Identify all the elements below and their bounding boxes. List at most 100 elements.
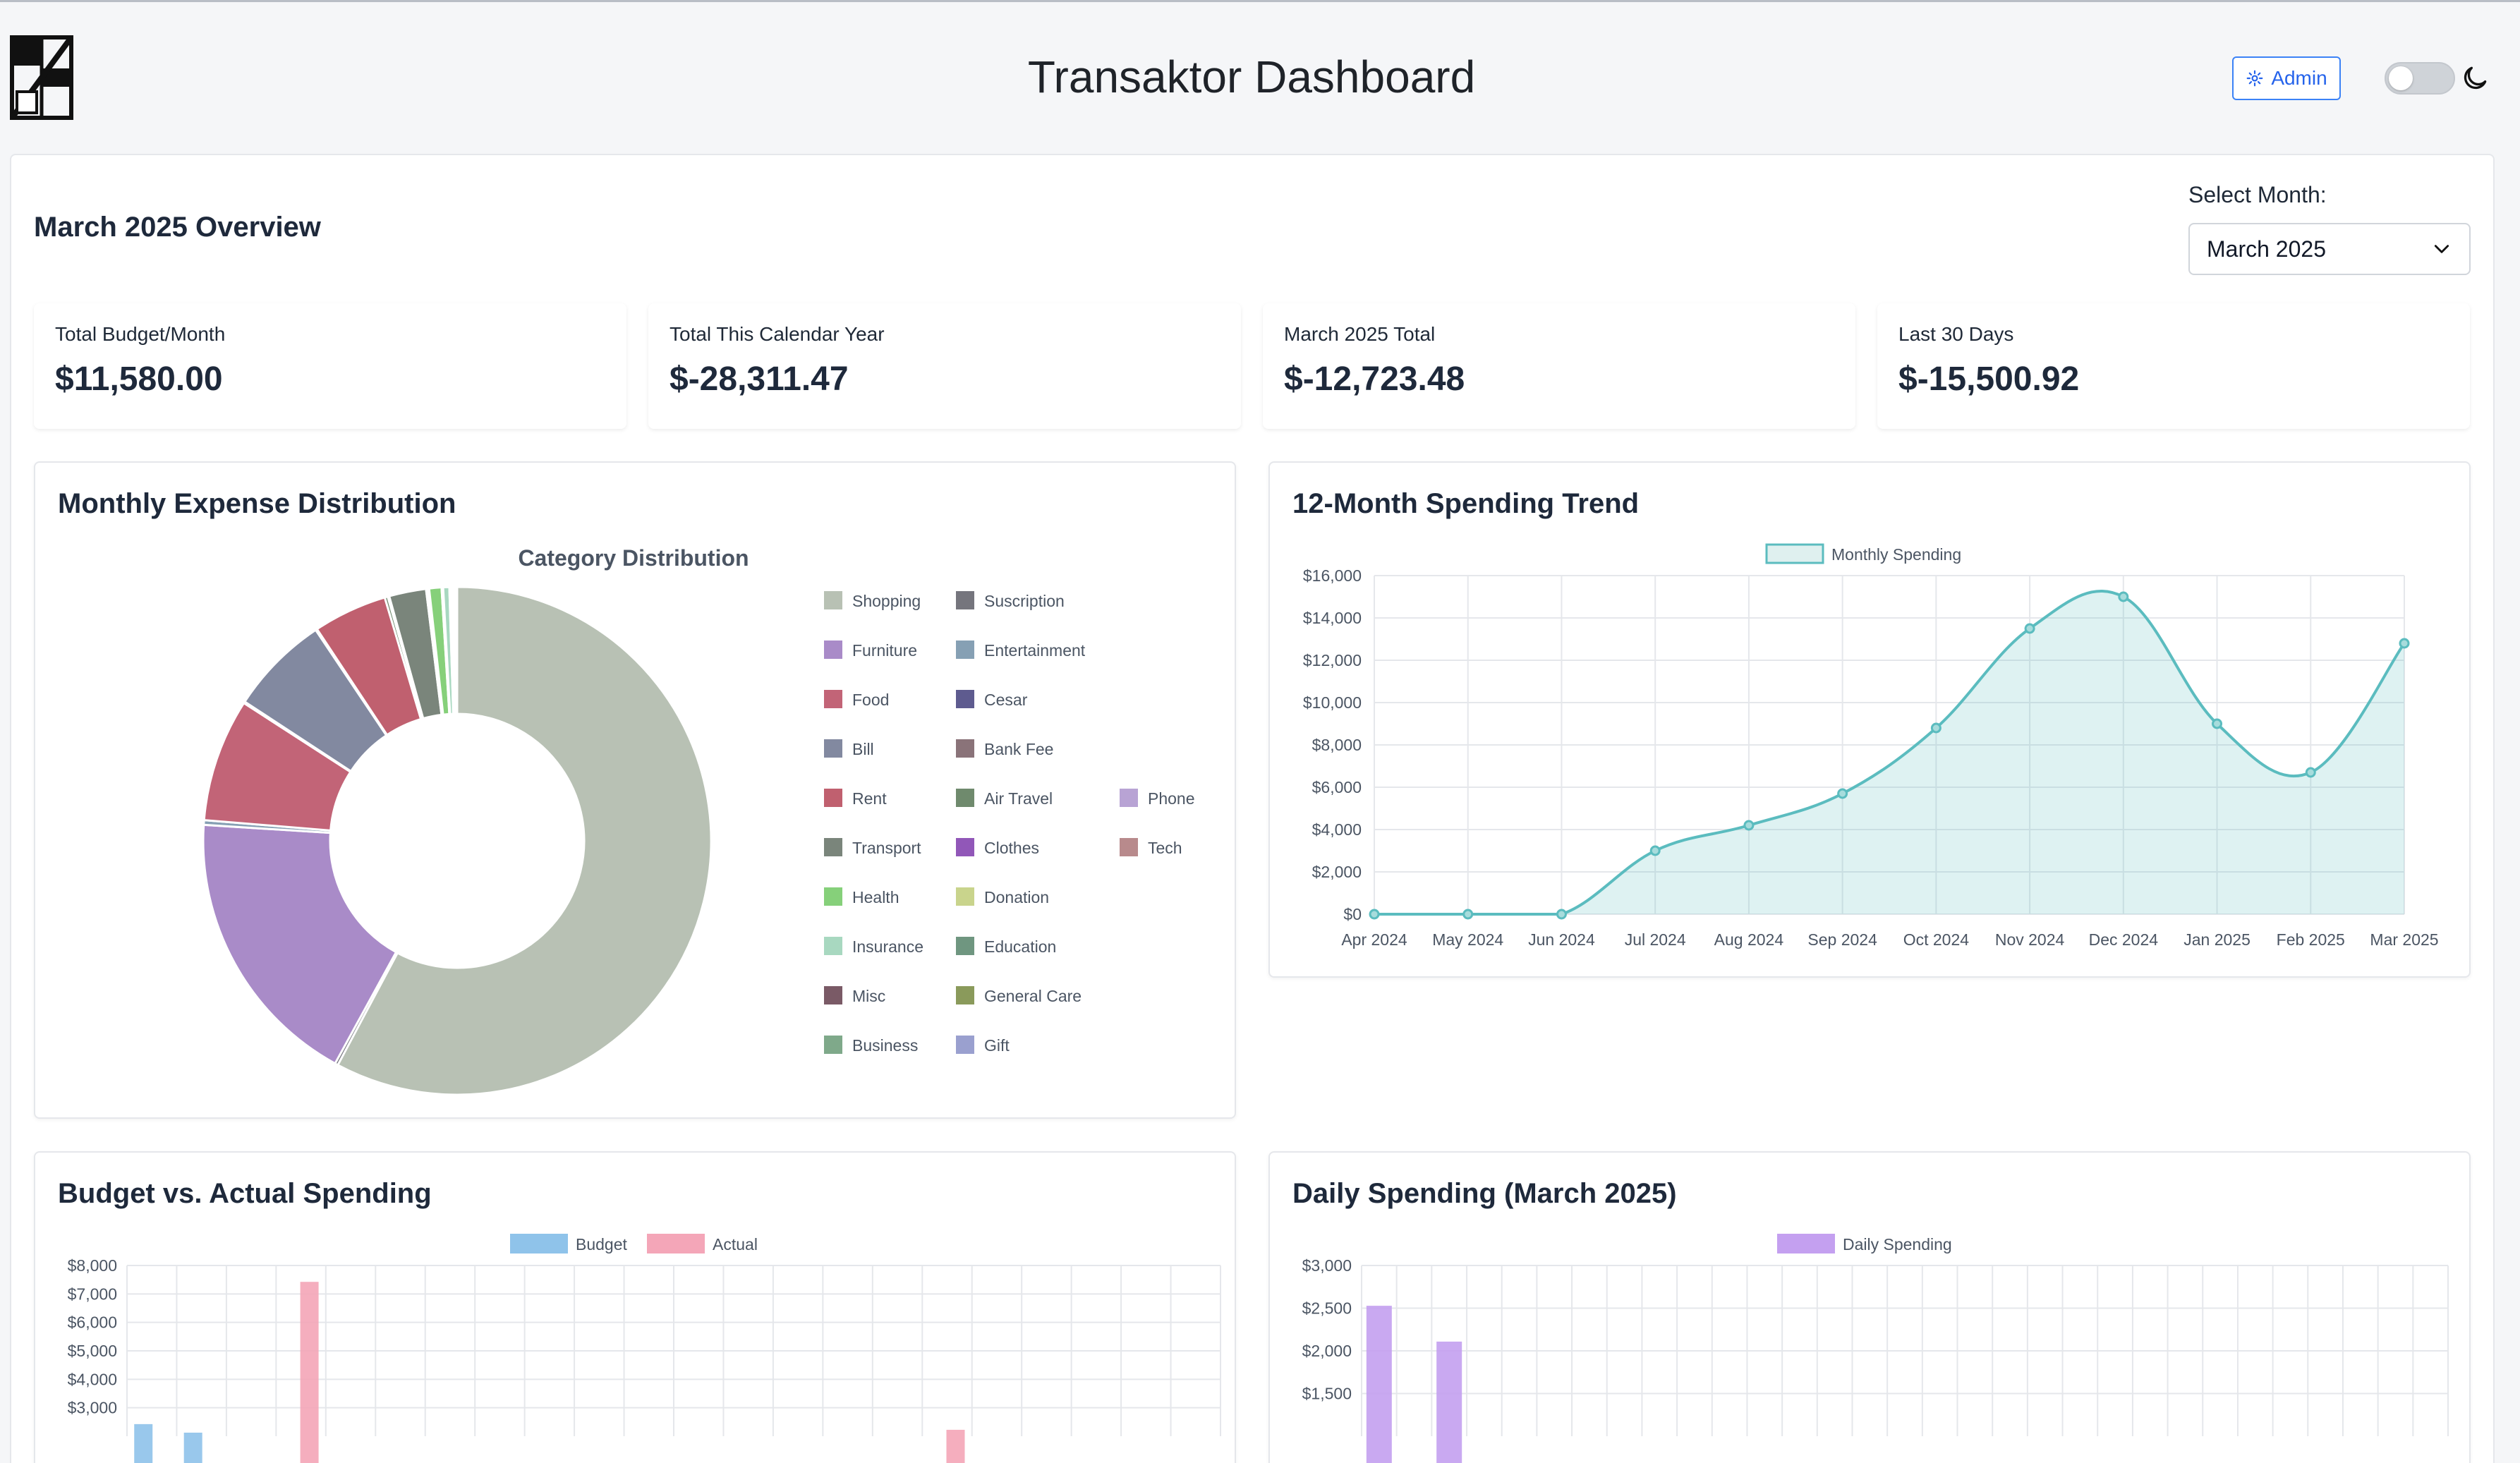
y-tick-label: $7,000	[68, 1285, 117, 1303]
x-tick-label: May 2024	[1432, 930, 1503, 949]
data-point[interactable]	[2305, 767, 2316, 778]
daily-spending-chart: Daily Spending $1,500 $2,000 $2,500 $3,000	[1302, 1234, 2449, 1463]
legend-item-monthly-spending[interactable]: Monthly Spending	[1765, 543, 1961, 564]
stat-value: $-28,311.47	[670, 360, 849, 398]
legend-item-misc[interactable]: Misc	[824, 986, 885, 1005]
daily-spending-card: Daily Spending (March 2025) Daily Spendi…	[1268, 1151, 2471, 1463]
y-tick-label: $2,000	[1302, 1342, 1352, 1360]
legend-swatch	[510, 1234, 568, 1253]
y-tick-label: $6,000	[68, 1313, 117, 1332]
legend-item-suscription[interactable]: Suscription	[956, 591, 1065, 610]
data-point[interactable]	[1649, 845, 1661, 856]
legend-label: Shopping	[852, 592, 921, 610]
legend-label: Rent	[852, 789, 887, 808]
stat-card-30-days: Last 30 Days $-15,500.92	[1877, 303, 2470, 429]
legend-item-bill[interactable]: Bill	[824, 739, 874, 758]
legend-swatch	[1765, 543, 1824, 564]
legend-item-phone[interactable]: Phone	[1120, 789, 1195, 808]
legend-swatch	[824, 690, 842, 708]
legend-swatch	[824, 887, 842, 906]
legend-label: Bank Fee	[984, 740, 1053, 758]
y-tick-label: $2,000	[1312, 863, 1362, 881]
legend-item-entertainment[interactable]: Entertainment	[956, 641, 1086, 660]
x-tick-label: Jan 2025	[2183, 930, 2251, 949]
legend-item-business[interactable]: Business	[824, 1036, 918, 1055]
y-tick-label: $6,000	[1312, 778, 1362, 796]
legend-swatch	[956, 739, 974, 758]
legend-swatch	[1120, 789, 1138, 807]
data-point[interactable]	[1462, 909, 1474, 920]
gear-icon	[2246, 70, 2263, 87]
data-point[interactable]	[2212, 718, 2223, 729]
stat-label: March 2025 Total	[1284, 323, 1436, 345]
y-tick-label: $8,000	[1312, 736, 1362, 754]
legend-item-donation[interactable]: Donation	[956, 887, 1049, 906]
x-tick-label: Jul 2024	[1625, 930, 1686, 949]
legend-item-bank-fee[interactable]: Bank Fee	[956, 739, 1053, 758]
legend-item-rent[interactable]: Rent	[824, 789, 887, 808]
x-tick-label: Nov 2024	[1995, 930, 2065, 949]
legend-item-shopping[interactable]: Shopping	[824, 591, 921, 610]
select-month-label: Select Month:	[2188, 182, 2327, 207]
admin-button[interactable]: Admin	[2232, 56, 2341, 100]
legend-item-general-care[interactable]: General Care	[956, 986, 1082, 1005]
moon-icon	[2464, 66, 2487, 90]
data-point[interactable]	[1369, 909, 1380, 920]
bar-budget[interactable]	[183, 1432, 202, 1463]
month-select[interactable]: March 2025	[2188, 223, 2471, 275]
legend-swatch	[824, 1036, 842, 1054]
month-select-value: March 2025	[2207, 236, 2326, 262]
y-tick-label: $3,000	[68, 1399, 117, 1417]
legend-swatch	[824, 591, 842, 609]
x-tick-label: Apr 2024	[1341, 930, 1407, 949]
legend-item-gift[interactable]: Gift	[956, 1036, 1010, 1055]
legend-swatch	[956, 690, 974, 708]
overview-title: March 2025 Overview	[34, 212, 321, 243]
data-point[interactable]	[2118, 591, 2129, 602]
legend-item-cesar[interactable]: Cesar	[956, 690, 1028, 709]
legend-item-insurance[interactable]: Insurance	[824, 937, 923, 956]
pie-slice-gift[interactable]	[454, 585, 459, 715]
data-point[interactable]	[1837, 788, 1848, 799]
legend-label: Suscription	[984, 592, 1065, 610]
legend-item-air-travel[interactable]: Air Travel	[956, 789, 1053, 808]
data-point[interactable]	[2399, 638, 2410, 649]
data-point[interactable]	[2024, 623, 2035, 634]
category-distribution-chart: Category Distribution Shopping Suscriptio…	[202, 545, 1195, 1096]
bar-budget[interactable]	[134, 1423, 153, 1463]
legend-item-education[interactable]: Education	[956, 937, 1056, 956]
bar-actual[interactable]	[946, 1429, 965, 1463]
legend-item-actual[interactable]: Actual	[647, 1234, 758, 1253]
y-tick-label: $10,000	[1303, 693, 1362, 712]
bar-daily-spending[interactable]	[1366, 1306, 1392, 1463]
window-top-border	[0, 0, 2520, 2]
bar-actual[interactable]	[300, 1282, 319, 1463]
x-tick-label: Oct 2024	[1903, 930, 1970, 949]
stat-label: Total This Calendar Year	[670, 323, 885, 345]
chart-title: Category Distribution	[518, 545, 749, 571]
bar-daily-spending[interactable]	[1436, 1341, 1462, 1463]
dark-mode-toggle[interactable]	[2385, 62, 2455, 95]
legend-label: Bill	[852, 740, 874, 758]
stat-value: $-12,723.48	[1284, 360, 1465, 398]
legend-label: Misc	[852, 987, 885, 1005]
data-point[interactable]	[1556, 909, 1567, 920]
data-point[interactable]	[1930, 722, 1942, 734]
data-point[interactable]	[1743, 820, 1755, 831]
legend-item-health[interactable]: Health	[824, 887, 899, 906]
legend-item-food[interactable]: Food	[824, 690, 889, 709]
legend-item-clothes[interactable]: Clothes	[956, 838, 1039, 857]
legend-item-daily-spending[interactable]: Daily Spending	[1777, 1234, 1952, 1253]
y-tick-label: $3,000	[1302, 1256, 1352, 1275]
legend-item-tech[interactable]: Tech	[1120, 838, 1182, 857]
legend-swatch	[956, 937, 974, 955]
legend-item-transport[interactable]: Transport	[824, 838, 921, 857]
legend-swatch	[824, 789, 842, 807]
legend-label: Cesar	[984, 691, 1028, 709]
legend-label: Insurance	[852, 937, 923, 956]
legend-label: Clothes	[984, 839, 1039, 857]
legend-label: General Care	[984, 987, 1082, 1005]
legend-label: Furniture	[852, 641, 917, 660]
legend-item-budget[interactable]: Budget	[510, 1234, 628, 1253]
legend-item-furniture[interactable]: Furniture	[824, 641, 917, 660]
